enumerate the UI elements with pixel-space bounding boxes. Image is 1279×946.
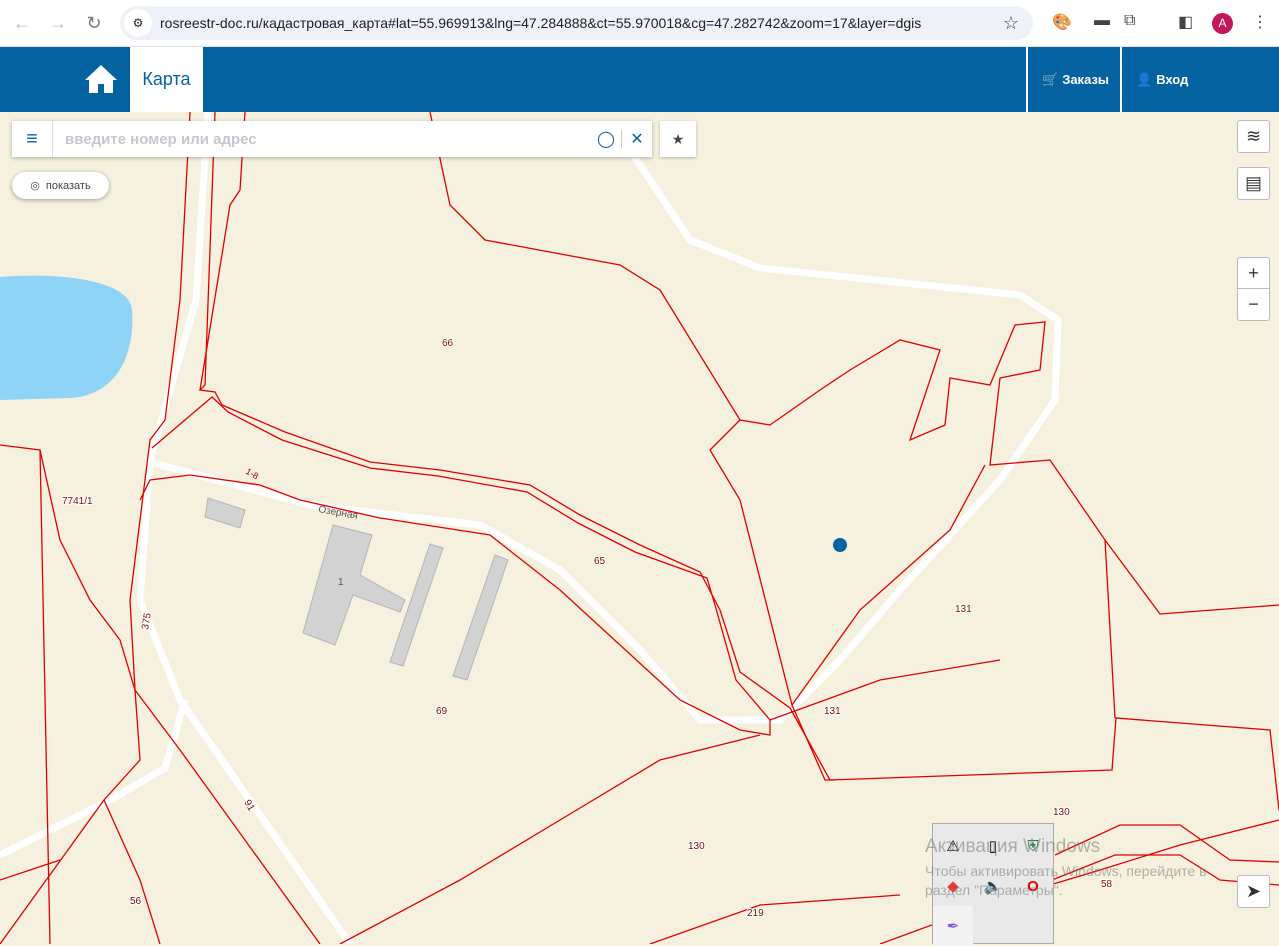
road-mark: 1-8: [244, 466, 260, 481]
extension-icon[interactable]: 🎨: [1052, 12, 1072, 32]
menu-dots-icon[interactable]: ⋮: [1252, 12, 1268, 32]
back-icon[interactable]: ←: [4, 13, 40, 34]
parcel-borders: [0, 112, 1279, 944]
zoom-out-button[interactable]: −: [1237, 288, 1270, 321]
home-icon[interactable]: [84, 63, 118, 95]
lake: [0, 275, 133, 400]
security-shield-icon[interactable]: ⛨: [1013, 826, 1053, 866]
login-button[interactable]: 👤 Вход: [1120, 47, 1279, 112]
parcel-label[interactable]: 131: [954, 603, 973, 616]
site-settings-icon[interactable]: ⚙: [124, 9, 152, 37]
search-input[interactable]: [53, 130, 591, 148]
parcel-label[interactable]: 66: [441, 337, 455, 350]
parcel-label[interactable]: 130: [1052, 806, 1071, 819]
parcel-label[interactable]: 219: [746, 907, 765, 920]
cadastral-map[interactable]: Озерная 1 1-8 66 7741/1 65 131 131 69 37…: [0, 112, 1279, 944]
building: [452, 554, 509, 681]
orders-label: Заказы: [1062, 72, 1110, 87]
bookmark-star-icon[interactable]: ☆: [1003, 13, 1019, 34]
search-icon[interactable]: ◯: [591, 129, 621, 149]
search-bar: ≡ ◯ ✕: [12, 121, 652, 157]
navigation-arrow-icon: ➤: [1245, 881, 1262, 901]
parcel-label[interactable]: 130: [687, 840, 706, 853]
parcel-label[interactable]: 65: [593, 555, 607, 568]
building: [302, 524, 406, 646]
ruler-icon: ▤: [1244, 173, 1262, 193]
layers-icon: ≋: [1245, 126, 1262, 146]
parcel-label[interactable]: 131: [823, 705, 842, 718]
url-text[interactable]: rosreestr-doc.ru/кадастровая_карта#lat=5…: [160, 15, 921, 31]
forward-icon[interactable]: →: [40, 13, 76, 34]
parcel-label[interactable]: 56: [129, 895, 143, 908]
extension-icon[interactable]: ▬: [1094, 12, 1110, 30]
browser-toolbar: ← → ↻ ⚙ rosreestr-doc.ru/кадастровая_кар…: [0, 0, 1279, 47]
layers-button[interactable]: ≋: [1237, 120, 1270, 153]
roads: [0, 112, 1062, 944]
side-panel-icon[interactable]: ◧: [1178, 12, 1193, 32]
opera-icon[interactable]: O: [1013, 866, 1053, 906]
parcel-label[interactable]: 69: [435, 705, 449, 718]
site-header: Карта 🛒 Заказы 👤 Вход: [0, 47, 1279, 112]
building: [204, 497, 246, 529]
volume-icon[interactable]: 🔈: [973, 866, 1013, 906]
parcel-label[interactable]: 58: [1100, 878, 1114, 891]
address-bar[interactable]: ⚙ rosreestr-doc.ru/кадастровая_карта#lat…: [120, 6, 1033, 40]
eye-icon: ◎: [30, 180, 40, 192]
feather-icon[interactable]: ✒: [933, 906, 973, 946]
parcel-label[interactable]: 7741/1: [61, 495, 94, 508]
favorites-star-button[interactable]: ★: [660, 121, 696, 157]
user-icon: 👤: [1136, 71, 1153, 87]
menu-icon[interactable]: ≡: [12, 121, 53, 157]
reload-icon[interactable]: ↻: [76, 13, 112, 34]
building-number: 1: [338, 577, 344, 588]
network-warning-icon[interactable]: ⚠: [933, 826, 973, 866]
profile-avatar[interactable]: A: [1212, 13, 1233, 34]
login-label: Вход: [1156, 72, 1189, 87]
clear-icon[interactable]: ✕: [622, 129, 652, 149]
show-label: показать: [45, 179, 91, 192]
anydesk-icon[interactable]: ◆: [933, 866, 973, 906]
system-tray-overflow: ⚠ ▯ ⛨ ◆ 🔈 O ✒: [932, 823, 1054, 946]
show-button[interactable]: ◎ показать: [12, 172, 109, 199]
tab-map[interactable]: Карта: [130, 47, 203, 112]
cart-icon: 🛒: [1042, 71, 1059, 87]
usb-icon[interactable]: ▯: [973, 826, 1013, 866]
geolocate-button[interactable]: ➤: [1237, 875, 1270, 908]
orders-button[interactable]: 🛒 Заказы: [1026, 47, 1118, 112]
ruler-button[interactable]: ▤: [1237, 167, 1270, 200]
location-marker[interactable]: [833, 538, 847, 552]
zoom-in-button[interactable]: +: [1237, 257, 1270, 290]
extensions-puzzle-icon[interactable]: ⧉: [1124, 12, 1135, 30]
